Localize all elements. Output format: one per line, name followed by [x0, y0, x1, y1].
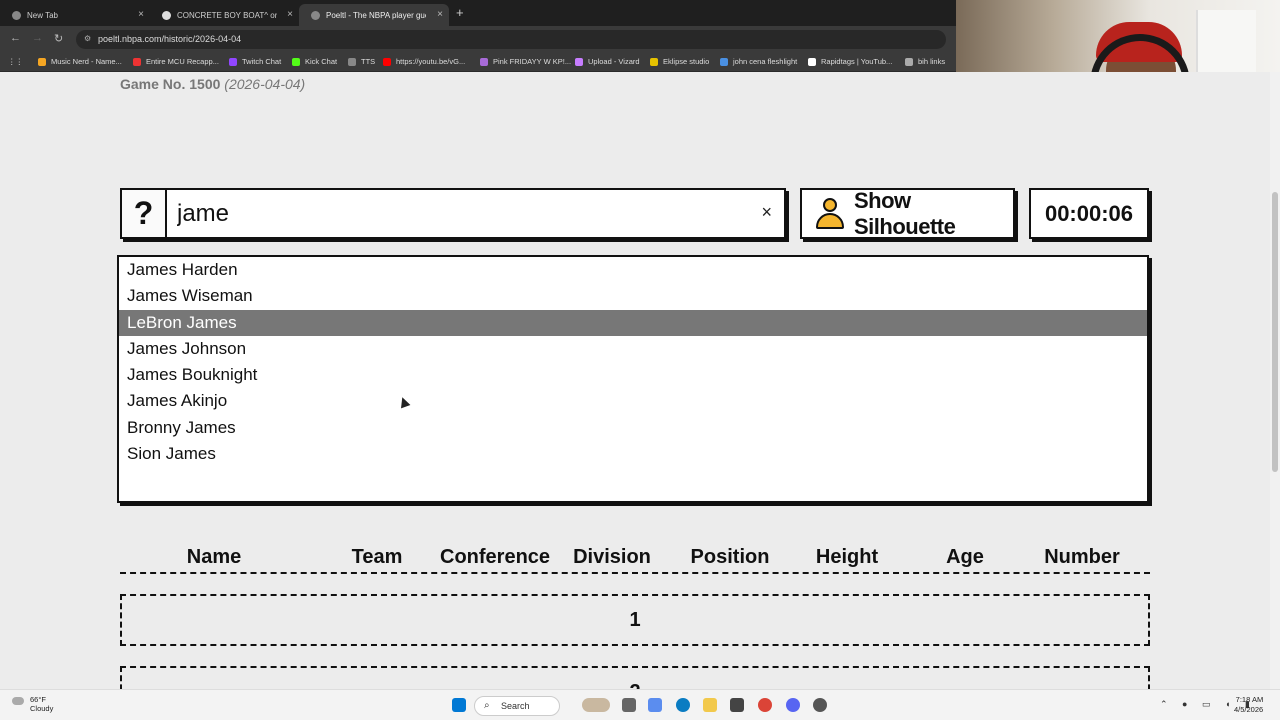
task-view-icon[interactable] [622, 698, 636, 712]
chrome-icon [12, 10, 21, 20]
url-text: poeltl.nbpa.com/historic/2026-04-04 [98, 34, 242, 44]
column-header-number: Number [1044, 546, 1120, 568]
search-icon: ⌕ [484, 700, 490, 711]
suggestion-item-selected[interactable]: LeBron James [119, 309, 1147, 336]
bookmark[interactable]: bih links [905, 57, 945, 66]
store-icon[interactable] [730, 698, 744, 712]
bookmark-icon [480, 57, 488, 66]
column-header-height: Height [815, 546, 879, 568]
player-search-input[interactable] [177, 196, 737, 232]
edge-icon[interactable] [676, 698, 690, 712]
bookmark-icon [575, 57, 583, 66]
weather-widget[interactable]: 66°F Cloudy [12, 695, 53, 713]
bookmark[interactable]: Rapidtags | YouTub... [808, 57, 892, 66]
close-tab-icon[interactable]: × [287, 9, 293, 20]
bookmark[interactable]: Entire MCU Recapp... [133, 57, 219, 66]
clear-search-icon[interactable]: × [761, 202, 772, 223]
suggestions-dropdown: James Harden James Wiseman LeBron James … [117, 255, 1149, 503]
bookmark[interactable]: Kick Chat [292, 57, 337, 66]
column-header-team: Team [351, 546, 403, 568]
forward-icon[interactable]: → [32, 32, 43, 44]
question-mark-icon: ? [122, 190, 167, 237]
suggestion-item[interactable]: Bronny James [119, 415, 1147, 441]
column-header-division: Division [573, 546, 651, 568]
game-timer: 00:00:06 [1029, 188, 1149, 239]
address-bar-row: ← → ↻ ⚙ poeltl.nbpa.com/historic/2026-04… [0, 26, 956, 52]
apps-icon[interactable]: ⋮⋮ [8, 57, 23, 66]
poeltl-page: Game No. 1500 (2026-04-04) ? × Show Silh… [0, 72, 1270, 689]
youtube-icon [383, 57, 391, 66]
widget-icon[interactable] [582, 698, 610, 712]
bookmark-icon [38, 57, 46, 66]
bookmarks-bar: ⋮⋮ Music Nerd - Name... Entire MCU Recap… [0, 52, 956, 72]
kick-icon [292, 57, 300, 66]
bookmark[interactable]: https://youtu.be/vG... [383, 57, 465, 66]
new-tab-button[interactable]: + [456, 5, 464, 20]
bookmark-icon [808, 57, 816, 66]
windows-start-icon[interactable] [452, 698, 466, 712]
x-icon [162, 10, 171, 20]
site-info-icon[interactable]: ⚙ [84, 34, 91, 43]
guess-table-header: Name Team Conference Division Position H… [120, 546, 1150, 574]
bookmark[interactable]: TTS [348, 57, 375, 66]
column-header-name: Name [186, 546, 242, 568]
column-header-conference: Conference [440, 546, 551, 568]
bookmark[interactable]: Twitch Chat [229, 57, 281, 66]
show-silhouette-button[interactable]: Show Silhouette [800, 188, 1015, 239]
guess-row: 2 [120, 666, 1150, 689]
bookmark-icon [650, 57, 658, 66]
chrome-icon[interactable] [758, 698, 772, 712]
bookmark[interactable]: Pink FRIDAYY W KP!... [480, 57, 571, 66]
scrollbar-thumb[interactable] [1272, 192, 1278, 472]
reload-icon[interactable]: ↻ [54, 32, 63, 45]
tab-label: CONCRETE BOY BOAT^ on X: ' [177, 10, 277, 20]
person-icon [816, 197, 844, 230]
column-header-age: Age [946, 546, 984, 568]
url-field[interactable]: ⚙ poeltl.nbpa.com/historic/2026-04-04 [76, 30, 946, 49]
column-header-position: Position [690, 546, 770, 568]
game-number: Game No. 1500 (2026-04-04) [120, 76, 306, 92]
bookmark-icon [348, 57, 356, 66]
obs-icon[interactable] [813, 698, 827, 712]
bookmark[interactable]: john cena fleshlight [720, 57, 797, 66]
cloud-icon [12, 697, 24, 705]
show-silhouette-label: Show Silhouette [854, 187, 956, 239]
close-tab-icon[interactable]: × [437, 9, 443, 20]
suggestion-item[interactable]: James Wiseman [119, 283, 1147, 309]
copilot-icon[interactable] [648, 698, 662, 712]
tab-label: Poeltl - The NBPA player guess [326, 10, 426, 20]
taskbar-clock[interactable]: 7:18 AM 4/5/2026 [1234, 695, 1263, 715]
close-tab-icon[interactable]: × [138, 9, 144, 20]
globe-icon [905, 57, 913, 66]
bookmark-icon [720, 57, 728, 66]
guess-row: 1 [120, 594, 1150, 646]
suggestion-item[interactable]: James Johnson [119, 336, 1147, 362]
player-search-box[interactable]: ? × [120, 188, 786, 239]
bookmark[interactable]: Upload - Vizard [575, 57, 640, 66]
suggestion-item[interactable]: James Akinjo [119, 388, 1147, 414]
globe-icon [311, 10, 320, 20]
bookmark[interactable]: Music Nerd - Name... [38, 57, 122, 66]
discord-icon[interactable] [786, 698, 800, 712]
suggestion-item[interactable]: James Bouknight [119, 362, 1147, 388]
tab-new-tab[interactable]: New Tab × [0, 4, 150, 26]
twitch-icon [229, 57, 237, 66]
file-explorer-icon[interactable] [703, 698, 717, 712]
bookmark[interactable]: Eklipse studio [650, 57, 709, 66]
tab-x-post[interactable]: CONCRETE BOY BOAT^ on X: ' × [150, 4, 299, 26]
suggestion-item[interactable]: James Harden [119, 257, 1147, 283]
page-scrollbar[interactable] [1270, 72, 1280, 689]
suggestion-item[interactable]: Sion James [119, 441, 1147, 467]
taskbar-search[interactable]: ⌕ Search [474, 696, 560, 716]
bookmark-icon [133, 57, 141, 66]
windows-taskbar: 66°F Cloudy ⌕ Search ⌃ ● ▭ ◖ ▮ 7:18 AM 4… [0, 689, 1280, 720]
tab-poeltl[interactable]: Poeltl - The NBPA player guess × [299, 4, 449, 26]
browser-tab-bar: New Tab × CONCRETE BOY BOAT^ on X: ' × P… [0, 0, 956, 26]
back-icon[interactable]: ← [10, 32, 21, 44]
tab-label: New Tab [27, 10, 58, 20]
